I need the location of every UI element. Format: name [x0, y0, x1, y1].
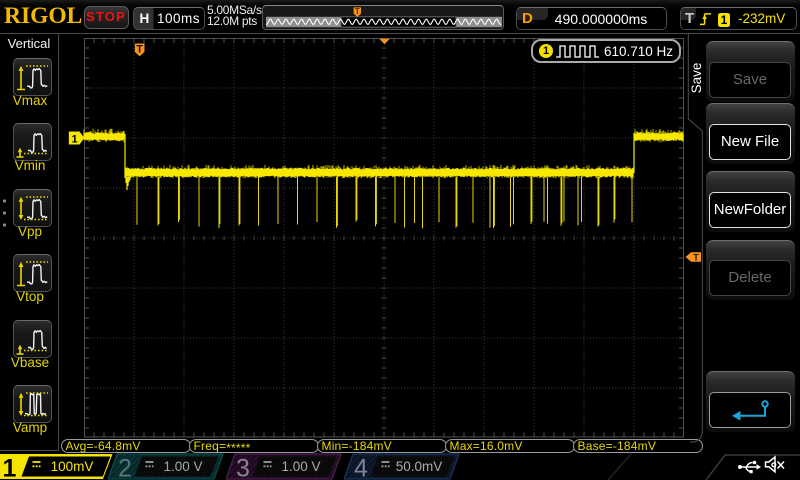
svg-text:1.00 V: 1.00 V: [281, 459, 320, 474]
svg-text:100mV: 100mV: [51, 459, 94, 474]
svg-text:T: T: [355, 7, 360, 16]
svg-text:50.0mV: 50.0mV: [396, 459, 443, 474]
svg-text:T: T: [136, 43, 143, 55]
svg-text:1: 1: [3, 455, 17, 480]
svg-text:1: 1: [71, 133, 77, 145]
svg-text:4: 4: [354, 455, 368, 480]
svg-text:2: 2: [118, 455, 132, 480]
svg-text:1.00 V: 1.00 V: [163, 459, 202, 474]
svg-text:3: 3: [236, 455, 250, 480]
